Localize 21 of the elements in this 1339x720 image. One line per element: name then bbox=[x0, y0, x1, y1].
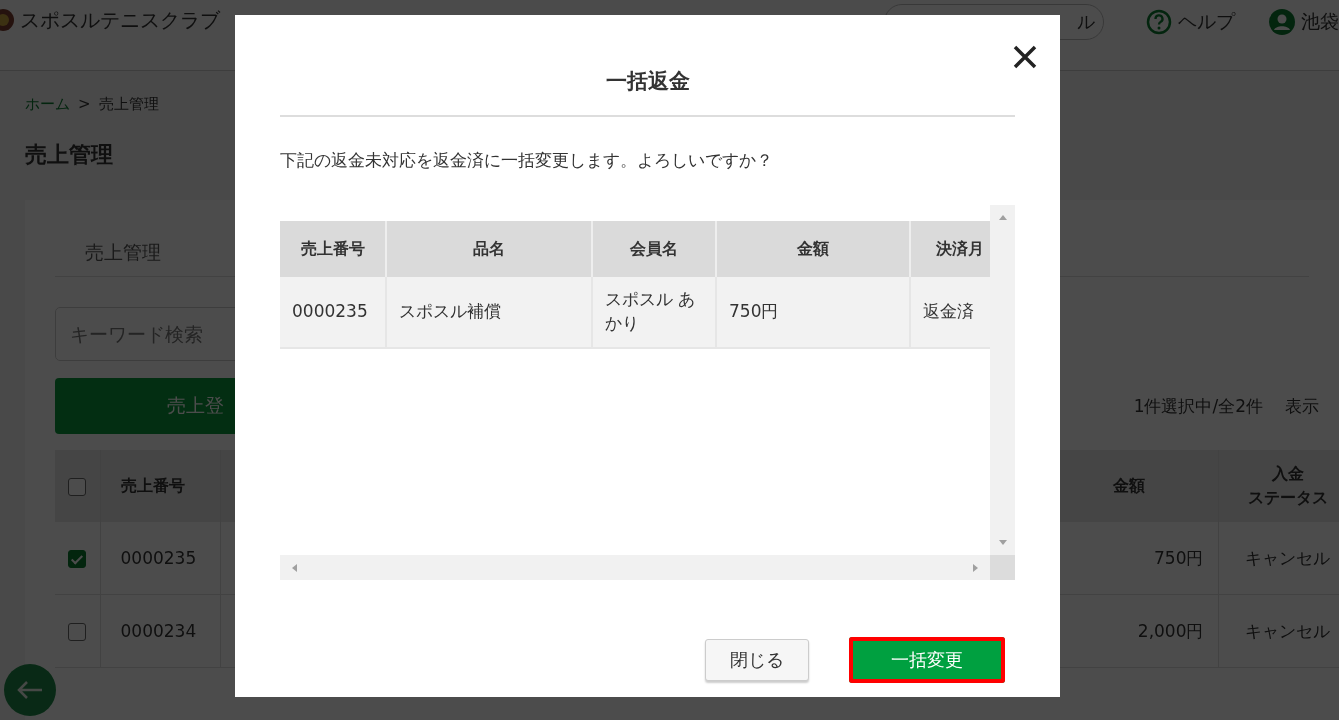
table-cell: 返金済 bbox=[910, 277, 990, 348]
display-label: 表示 bbox=[1285, 394, 1319, 418]
table-cell: 0000234 bbox=[100, 594, 220, 668]
table-cell: スポスル補償 bbox=[386, 277, 592, 348]
table-cell: 750円 bbox=[716, 277, 910, 348]
table-cell: 0000235 bbox=[100, 522, 220, 595]
site-name: スポスルテニスクラブ bbox=[20, 6, 220, 34]
dialog-message: 下記の返金未対応を返金済に一括変更します。よろしいですか？ bbox=[280, 149, 774, 172]
column-header: 品名 bbox=[386, 221, 592, 277]
column-header: 会員名 bbox=[592, 221, 716, 277]
table-cell: キャンセル bbox=[1218, 594, 1339, 668]
page-title: 売上管理 bbox=[25, 141, 113, 169]
column-header: 決済月 bbox=[910, 221, 990, 277]
table-cell: スポスル あかり bbox=[592, 277, 716, 348]
dialog-title: 一括返金 bbox=[280, 67, 1015, 117]
table-cell: 0000235 bbox=[280, 277, 386, 348]
breadcrumb-separator: > bbox=[78, 95, 91, 114]
column-header: 金額 bbox=[716, 221, 910, 277]
column-header: 売上番号 bbox=[280, 221, 386, 277]
selection-count: 1件選択中/全2件 bbox=[1133, 394, 1263, 418]
table-cell: キャンセル bbox=[1218, 522, 1339, 595]
